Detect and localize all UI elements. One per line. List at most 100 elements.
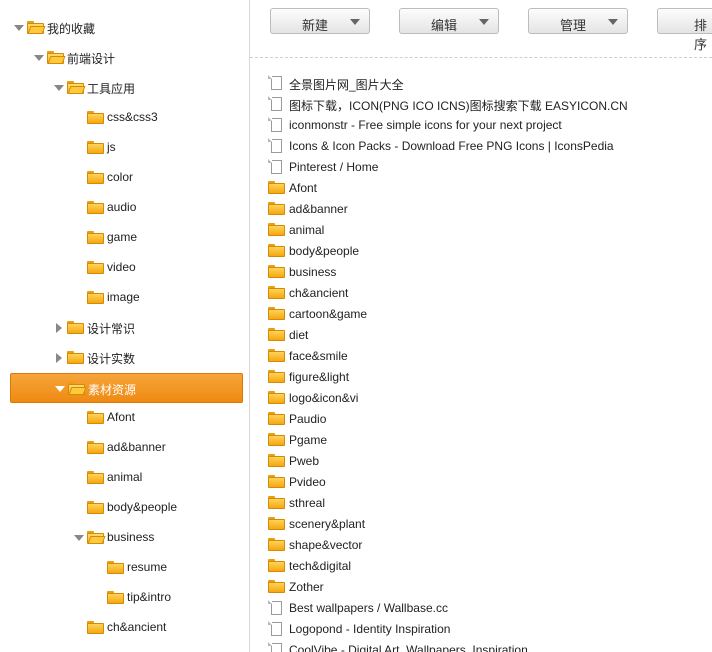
edit-button[interactable]: 编辑: [399, 8, 499, 34]
sort-button[interactable]: 排序: [657, 8, 712, 52]
folder-item[interactable]: animal: [268, 220, 708, 241]
manage-button[interactable]: 管理: [528, 8, 628, 34]
folder-item[interactable]: shape&vector: [268, 535, 708, 556]
tree-node-label: 设计常识: [87, 322, 136, 336]
bookmark-item[interactable]: Pinterest / Home: [268, 157, 708, 178]
tree-node[interactable]: Afont: [0, 403, 249, 433]
bookmark-item[interactable]: Best wallpapers / Wallbase.cc: [268, 598, 708, 619]
tree-node-label: 设计实数: [87, 352, 136, 366]
expand-arrow-icon[interactable]: [74, 535, 84, 541]
tree-node[interactable]: 设计常识: [0, 313, 249, 343]
item-label: iconmonstr - Free simple icons for your …: [289, 118, 562, 132]
bookmark-item[interactable]: CoolVibe - Digital Art, Wallpapers, Insp…: [268, 640, 708, 652]
tree-node[interactable]: tip&intro: [0, 583, 249, 613]
item-label: ad&banner: [289, 202, 348, 216]
tree-node-label: ad&banner: [107, 440, 166, 454]
tree-node[interactable]: 我的收藏: [0, 13, 249, 43]
item-label: 全景图片网_图片大全: [289, 78, 404, 92]
folder-item[interactable]: sthreal: [268, 493, 708, 514]
tree-node-label: animal: [107, 470, 143, 484]
tree-node-label: 我的收藏: [47, 22, 96, 36]
folder-item[interactable]: business: [268, 262, 708, 283]
tree-node[interactable]: color: [0, 163, 249, 193]
folder-item[interactable]: scenery&plant: [268, 514, 708, 535]
tree-node[interactable]: resume: [0, 553, 249, 583]
manage-button-label: 管理: [559, 18, 586, 33]
item-label: figure&light: [289, 370, 350, 384]
bookmark-list: 全景图片网_图片大全图标下载，ICON(PNG ICO ICNS)图标搜索下载 …: [250, 57, 712, 652]
item-label: tech&digital: [289, 559, 352, 573]
chevron-down-icon: [608, 19, 618, 25]
folder-item[interactable]: tech&digital: [268, 556, 708, 577]
tree-node[interactable]: 前端设计: [0, 43, 249, 73]
expand-arrow-icon[interactable]: [14, 25, 24, 31]
expand-arrow-icon[interactable]: [54, 85, 64, 91]
folder-item[interactable]: Zother: [268, 577, 708, 598]
tree-node-label: audio: [107, 200, 137, 214]
edit-button-label: 编辑: [430, 18, 457, 33]
folder-item[interactable]: diet: [268, 325, 708, 346]
tree-node[interactable]: body&people: [0, 493, 249, 523]
folder-tree[interactable]: 我的收藏前端设计工具应用 css&css3 js color audio game vide…: [0, 0, 250, 652]
item-label: face&smile: [289, 349, 348, 363]
new-button[interactable]: 新建: [270, 8, 370, 34]
folder-item[interactable]: ch&ancient: [268, 283, 708, 304]
item-label: Paudio: [289, 412, 327, 426]
bookmark-manager: 我的收藏前端设计工具应用 css&css3 js color audio game vide…: [0, 0, 712, 652]
item-label: scenery&plant: [289, 517, 366, 531]
tree-node[interactable]: css&css3: [0, 103, 249, 133]
collapse-arrow-icon[interactable]: [56, 353, 62, 363]
tree-node[interactable]: audio: [0, 193, 249, 223]
item-label: Pweb: [289, 454, 320, 468]
folder-item[interactable]: ad&banner: [268, 199, 708, 220]
tree-node-label: css&css3: [107, 110, 158, 124]
folder-item[interactable]: Afont: [268, 178, 708, 199]
folder-item[interactable]: Pvideo: [268, 472, 708, 493]
item-label: CoolVibe - Digital Art, Wallpapers, Insp…: [289, 643, 528, 652]
tree-node[interactable]: ch&ancient: [0, 613, 249, 643]
bookmark-item[interactable]: 图标下载，ICON(PNG ICO ICNS)图标搜索下载 EASYICON.C…: [268, 94, 708, 115]
tree-node[interactable]: 素材资源: [10, 373, 243, 403]
tree-node[interactable]: game: [0, 223, 249, 253]
tree-node[interactable]: image: [0, 283, 249, 313]
chevron-down-icon: [350, 19, 360, 25]
bookmark-item[interactable]: Icons & Icon Packs - Download Free PNG I…: [268, 136, 708, 157]
item-label: cartoon&game: [289, 307, 368, 321]
item-label: business: [289, 265, 337, 279]
tree-node-label: js: [107, 140, 116, 154]
tree-node[interactable]: video: [0, 253, 249, 283]
tree-node[interactable]: animal: [0, 463, 249, 493]
folder-item[interactable]: figure&light: [268, 367, 708, 388]
folder-item[interactable]: cartoon&game: [268, 304, 708, 325]
bookmark-item[interactable]: 全景图片网_图片大全: [268, 73, 708, 94]
folder-item[interactable]: Pweb: [268, 451, 708, 472]
folder-item[interactable]: face&smile: [268, 346, 708, 367]
item-label: shape&vector: [289, 538, 363, 552]
expand-arrow-icon[interactable]: [34, 55, 44, 61]
tree-node[interactable]: 设计实数: [0, 343, 249, 373]
tree-node-label: 工具应用: [87, 82, 136, 96]
collapse-arrow-icon[interactable]: [56, 323, 62, 333]
item-label: Pvideo: [289, 475, 326, 489]
bookmark-item[interactable]: Logopond - Identity Inspiration: [268, 619, 708, 640]
bookmark-item[interactable]: iconmonstr - Free simple icons for your …: [268, 115, 708, 136]
tree-node-label: color: [107, 170, 134, 184]
item-label: diet: [289, 328, 309, 342]
tree-node-label: image: [107, 290, 140, 304]
item-label: Best wallpapers / Wallbase.cc: [289, 601, 448, 615]
tree-node-label: 前端设计: [67, 52, 116, 66]
item-label: Zother: [289, 580, 324, 594]
folder-item[interactable]: Paudio: [268, 409, 708, 430]
tree-node[interactable]: 工具应用: [0, 73, 249, 103]
tree-node-label: body&people: [107, 500, 178, 514]
tree-node-label: 素材资源: [88, 383, 137, 397]
item-label: ch&ancient: [289, 286, 349, 300]
tree-node-label: ch&ancient: [107, 620, 167, 634]
folder-item[interactable]: logo&icon&vi: [268, 388, 708, 409]
tree-node[interactable]: business: [0, 523, 249, 553]
folder-item[interactable]: body&people: [268, 241, 708, 262]
expand-arrow-icon[interactable]: [55, 386, 65, 392]
tree-node[interactable]: js: [0, 133, 249, 163]
folder-item[interactable]: Pgame: [268, 430, 708, 451]
tree-node[interactable]: ad&banner: [0, 433, 249, 463]
